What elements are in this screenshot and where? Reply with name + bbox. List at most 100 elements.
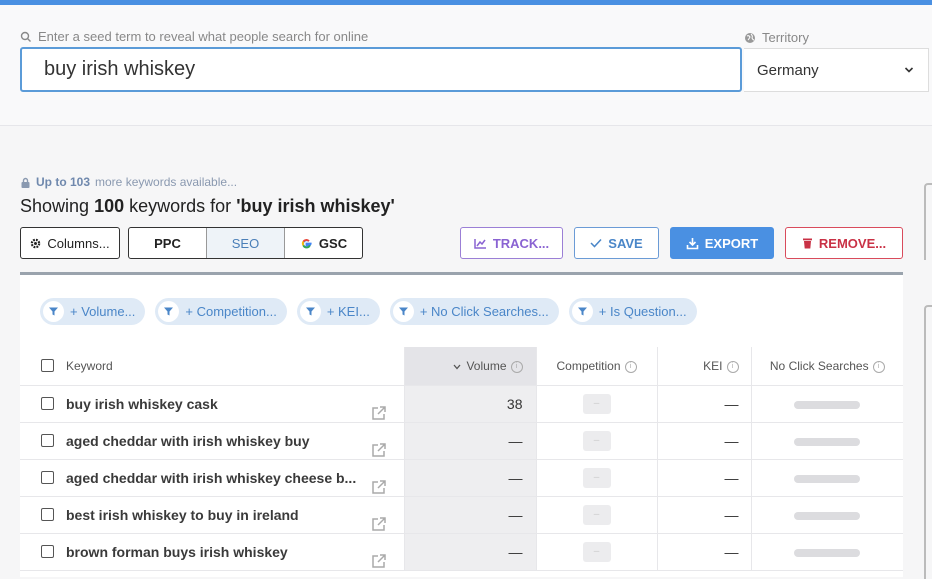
columns-button[interactable]: Columns... (20, 227, 120, 259)
volume-cell: — (404, 533, 537, 571)
filter-competition[interactable]: + Competition... (155, 298, 287, 325)
external-link-icon[interactable] (371, 479, 387, 495)
external-link-icon[interactable] (371, 405, 387, 421)
table-header-row: Keyword Volume i Competition i KEI i No Cli… (20, 347, 903, 386)
competition-cell: – (536, 533, 658, 571)
seo-tab[interactable]: SEO (207, 228, 285, 258)
keyword-text[interactable]: best irish whiskey to buy in ireland (66, 507, 299, 523)
google-icon (301, 238, 312, 248)
availability-text: more keywords available... (95, 175, 238, 189)
keyword-cell: brown forman buys irish whiskey (20, 533, 405, 571)
export-button[interactable]: EXPORT (670, 227, 774, 259)
kei-column-header[interactable]: KEI i (657, 347, 752, 386)
territory-value: Germany (757, 61, 819, 79)
competition-placeholder: – (582, 505, 611, 525)
loading-placeholder (794, 511, 861, 520)
select-all-checkbox[interactable] (41, 359, 54, 373)
info-icon[interactable]: i (624, 360, 637, 373)
export-button-label: EXPORT (704, 235, 759, 251)
keyword-cell: best irish whiskey to buy in ireland (20, 496, 405, 534)
competition-placeholder: – (582, 468, 611, 488)
volume-cell: 38 (404, 385, 537, 423)
filter-label: + Competition... (185, 304, 277, 319)
table-row[interactable]: buy irish whiskey cask 38 – — (20, 385, 903, 423)
keyword-table: Keyword Volume i Competition i KEI i No Cli… (20, 347, 903, 571)
filter-icon (43, 301, 64, 322)
volume-column-header[interactable]: Volume i (404, 347, 537, 386)
keyword-text[interactable]: aged cheddar with irish whiskey buy (66, 433, 310, 449)
external-link-icon[interactable] (371, 516, 387, 532)
external-link-icon[interactable] (371, 553, 387, 569)
volume-cell: — (404, 459, 537, 497)
table-row[interactable]: aged cheddar with irish whiskey cheese b… (20, 459, 903, 497)
seo-tab-label: SEO (231, 235, 260, 251)
table-row[interactable]: best irish whiskey to buy in ireland — –… (20, 496, 903, 534)
filter-bar: + Volume... + Competition... + KEI... + … (40, 298, 697, 325)
row-checkbox[interactable] (41, 545, 54, 558)
save-button-label: SAVE (608, 235, 643, 251)
table-row[interactable]: brown forman buys irish whiskey — – — (20, 533, 903, 571)
filter-volume[interactable]: + Volume... (40, 298, 146, 325)
filter-label: + KEI... (326, 304, 370, 319)
loading-placeholder (794, 548, 861, 557)
save-button[interactable]: SAVE (574, 227, 659, 259)
no-click-searches-column-header[interactable]: No Click Searches i (751, 347, 903, 386)
result-count: 100 (94, 196, 125, 216)
ncs-cell (751, 459, 903, 497)
info-icon[interactable]: i (510, 360, 523, 373)
loading-placeholder (794, 400, 861, 409)
keyword-cell: aged cheddar with irish whiskey buy (20, 422, 405, 460)
row-checkbox[interactable] (41, 397, 54, 410)
results-panel: + Volume... + Competition... + KEI... + … (20, 272, 903, 577)
competition-column-header[interactable]: Competition i (536, 347, 658, 386)
info-icon[interactable]: i (872, 360, 885, 373)
filter-icon (299, 301, 321, 322)
ppc-tab[interactable]: PPC (129, 228, 207, 258)
keyword-text[interactable]: aged cheddar with irish whiskey cheese b… (66, 470, 356, 486)
volume-cell: — (404, 496, 537, 534)
check-icon (590, 238, 602, 248)
search-field[interactable] (20, 47, 742, 92)
row-checkbox[interactable] (41, 508, 54, 521)
kei-cell: — (657, 533, 752, 571)
track-button[interactable]: TRACK... (460, 227, 563, 259)
keyword-column-header[interactable]: Keyword (20, 347, 405, 386)
row-checkbox[interactable] (41, 471, 54, 484)
availability-note[interactable]: Up to 103 more keywords available... (20, 175, 237, 189)
trash-icon (802, 238, 812, 249)
kei-header-label: KEI (703, 358, 723, 373)
competition-cell: – (536, 385, 658, 423)
loading-placeholder (794, 437, 861, 446)
keyword-text[interactable]: brown forman buys irish whiskey (66, 544, 288, 560)
globe-icon (745, 32, 755, 43)
filter-icon (392, 301, 414, 322)
results-heading: Showing 100 keywords for 'buy irish whis… (20, 196, 395, 217)
ncs-cell (751, 385, 903, 423)
remove-button[interactable]: REMOVE... (785, 227, 903, 259)
territory-select[interactable]: Germany (744, 48, 929, 92)
row-checkbox[interactable] (41, 434, 54, 447)
filter-no-click-searches[interactable]: + No Click Searches... (389, 298, 559, 325)
loading-placeholder (794, 474, 861, 483)
side-panel-edge (924, 305, 932, 579)
table-row[interactable]: aged cheddar with irish whiskey buy — – … (20, 422, 903, 460)
filter-icon (158, 301, 180, 322)
search-input[interactable] (22, 49, 740, 90)
external-link-icon[interactable] (371, 442, 387, 458)
filter-is-question[interactable]: + Is Question... (568, 298, 697, 325)
territory-label-text: Territory (762, 30, 809, 45)
gsc-tab-label: GSC (318, 235, 348, 251)
competition-cell: – (536, 496, 658, 534)
search-hint: Enter a seed term to reveal what people … (20, 29, 368, 44)
filter-label: + Is Question... (598, 304, 687, 319)
filter-icon (571, 301, 593, 322)
keyword-text[interactable]: buy irish whiskey cask (66, 396, 218, 412)
info-icon[interactable]: i (726, 360, 739, 373)
showing-mid: keywords for (129, 196, 232, 216)
gear-icon (31, 238, 41, 248)
filter-kei[interactable]: + KEI... (296, 298, 380, 325)
ncs-header-label: No Click Searches (769, 358, 869, 373)
gsc-tab[interactable]: GSC (285, 228, 362, 258)
ncs-cell (751, 533, 903, 571)
chart-line-icon (474, 238, 486, 249)
